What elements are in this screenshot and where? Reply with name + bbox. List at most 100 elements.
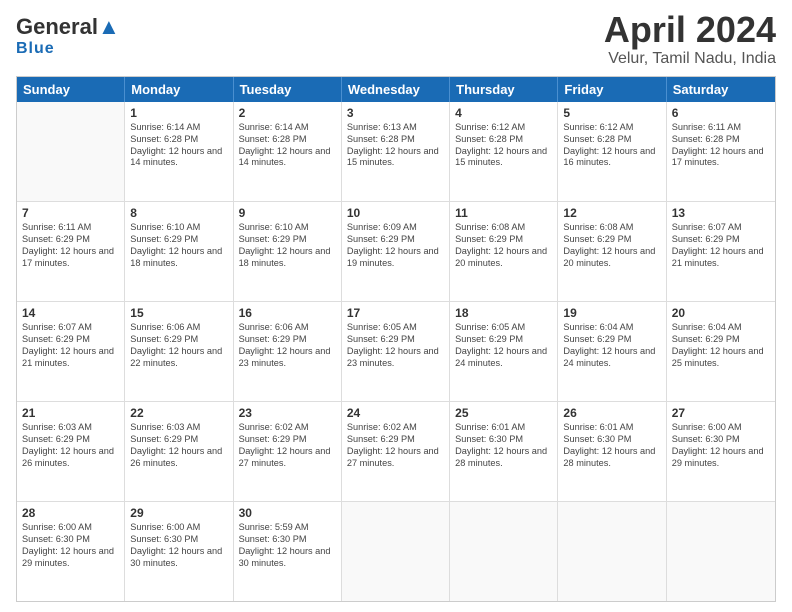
sunset-text: Sunset: 6:29 PM <box>347 334 444 346</box>
daylight-text-1: Daylight: 12 hours and <box>130 246 227 258</box>
daylight-text-2: 23 minutes. <box>239 358 336 370</box>
cal-cell: 4Sunrise: 6:12 AMSunset: 6:28 PMDaylight… <box>450 102 558 201</box>
sunrise-text: Sunrise: 6:00 AM <box>22 522 119 534</box>
sunset-text: Sunset: 6:29 PM <box>563 334 660 346</box>
cal-cell: 19 Sunrise: 6:04 AMSunset: 6:29 PMDayligh… <box>558 302 666 401</box>
cal-cell: 17Sunrise: 6:05 AMSunset: 6:29 PMDayligh… <box>342 302 450 401</box>
daylight-text-2: 19 minutes. <box>347 258 444 270</box>
daylight-text-1: Daylight: 12 hours and <box>239 446 336 458</box>
cal-cell: 26Sunrise: 6:01 AMSunset: 6:30 PMDayligh… <box>558 402 666 501</box>
cal-cell: 28Sunrise: 6:00 AMSunset: 6:30 PMDayligh… <box>17 502 125 601</box>
daylight-text-2: 14 minutes. <box>130 157 227 169</box>
sunrise-text: Sunrise: 6:10 AM <box>239 222 336 234</box>
day-number: 27 <box>672 406 770 420</box>
daylight-text-2: 17 minutes. <box>22 258 119 270</box>
daylight-text-1: Daylight: 12 hours and <box>22 446 119 458</box>
sunrise-text: Sunrise: 6:08 AM <box>455 222 552 234</box>
sunrise-text: Sunrise: 6:02 AM <box>347 422 444 434</box>
daylight-text-2: 14 minutes. <box>239 157 336 169</box>
sunset-text: Sunset: 6:29 PM <box>672 234 770 246</box>
daylight-text-2: 27 minutes. <box>239 458 336 470</box>
day-number: 29 <box>130 506 227 520</box>
logo-subtext: Blue <box>16 40 55 58</box>
daylight-text-2: 29 minutes. <box>672 458 770 470</box>
logo: General▲ Blue <box>16 14 120 58</box>
daylight-text-2: 29 minutes. <box>22 558 119 570</box>
daylight-text-2: 26 minutes. <box>22 458 119 470</box>
cal-cell: 6Sunrise: 6:11 AMSunset: 6:28 PMDaylight… <box>667 102 775 201</box>
daylight-text-1: Daylight: 12 hours and <box>563 446 660 458</box>
daylight-text-1: Daylight: 12 hours and <box>455 446 552 458</box>
sunrise-text: Sunrise: 6:06 AM <box>239 322 336 334</box>
sunrise-text: Sunrise: 6:01 AM <box>563 422 660 434</box>
subtitle: Velur, Tamil Nadu, India <box>604 50 776 68</box>
sunset-text: Sunset: 6:30 PM <box>22 534 119 546</box>
cal-cell: 5Sunrise: 6:12 AMSunset: 6:28 PMDaylight… <box>558 102 666 201</box>
daylight-text-2: 30 minutes. <box>130 558 227 570</box>
day-number: 13 <box>672 206 770 220</box>
daylight-text-1: Daylight: 12 hours and <box>672 246 770 258</box>
cal-cell: 24Sunrise: 6:02 AMSunset: 6:29 PMDayligh… <box>342 402 450 501</box>
sunset-text: Sunset: 6:29 PM <box>130 434 227 446</box>
sunset-text: Sunset: 6:29 PM <box>672 334 770 346</box>
sunset-text: Sunset: 6:29 PM <box>130 234 227 246</box>
sunset-text: Sunset: 6:30 PM <box>239 534 336 546</box>
daylight-text-2: 22 minutes. <box>130 358 227 370</box>
daylight-text-2: 20 minutes. <box>563 258 660 270</box>
sunrise-text: Sunrise: 6:02 AM <box>239 422 336 434</box>
daylight-text-1: Daylight: 12 hours and <box>239 546 336 558</box>
sunset-text: Sunset: 6:28 PM <box>347 134 444 146</box>
sunset-text: Sunset: 6:29 PM <box>563 234 660 246</box>
day-header-thursday: Thursday <box>450 77 558 102</box>
daylight-text-1: Daylight: 12 hours and <box>455 246 552 258</box>
logo-text: General▲ <box>16 14 120 40</box>
calendar-header: SundayMondayTuesdayWednesdayThursdayFrid… <box>17 77 775 102</box>
daylight-text-1: Daylight: 12 hours and <box>347 146 444 158</box>
day-number: 23 <box>239 406 336 420</box>
cal-cell: 18Sunrise: 6:05 AMSunset: 6:29 PMDayligh… <box>450 302 558 401</box>
sunrise-text: Sunrise: 6:11 AM <box>672 122 770 134</box>
sunrise-text: Sunrise: 6:04 AM <box>563 322 660 334</box>
calendar: SundayMondayTuesdayWednesdayThursdayFrid… <box>16 76 776 602</box>
daylight-text-1: Daylight: 12 hours and <box>22 246 119 258</box>
cal-cell: 20Sunrise: 6:04 AMSunset: 6:29 PMDayligh… <box>667 302 775 401</box>
daylight-text-2: 30 minutes. <box>239 558 336 570</box>
daylight-text-2: 15 minutes. <box>347 157 444 169</box>
sunset-text: Sunset: 6:30 PM <box>455 434 552 446</box>
cal-cell <box>342 502 450 601</box>
daylight-text-1: Daylight: 12 hours and <box>455 146 552 158</box>
day-number: 4 <box>455 106 552 120</box>
cal-cell: 22Sunrise: 6:03 AMSunset: 6:29 PMDayligh… <box>125 402 233 501</box>
daylight-text-2: 17 minutes. <box>672 157 770 169</box>
daylight-text-1: Daylight: 12 hours and <box>563 146 660 158</box>
day-number: 8 <box>130 206 227 220</box>
daylight-text-1: Daylight: 12 hours and <box>563 346 660 358</box>
sunrise-text: Sunrise: 6:00 AM <box>130 522 227 534</box>
cal-cell <box>17 102 125 201</box>
day-number: 19 <box>563 306 660 320</box>
cal-cell: 11Sunrise: 6:08 AMSunset: 6:29 PMDayligh… <box>450 202 558 301</box>
day-number: 26 <box>563 406 660 420</box>
daylight-text-1: Daylight: 12 hours and <box>455 346 552 358</box>
day-number: 7 <box>22 206 119 220</box>
main-title: April 2024 <box>604 10 776 50</box>
day-header-saturday: Saturday <box>667 77 775 102</box>
sunrise-text: Sunrise: 6:14 AM <box>130 122 227 134</box>
cal-cell: 7Sunrise: 6:11 AMSunset: 6:29 PMDaylight… <box>17 202 125 301</box>
daylight-text-1: Daylight: 12 hours and <box>672 346 770 358</box>
cal-cell: 8Sunrise: 6:10 AMSunset: 6:29 PMDaylight… <box>125 202 233 301</box>
daylight-text-1: Daylight: 12 hours and <box>22 346 119 358</box>
daylight-text-1: Daylight: 12 hours and <box>347 246 444 258</box>
cal-cell: 23Sunrise: 6:02 AMSunset: 6:29 PMDayligh… <box>234 402 342 501</box>
sunset-text: Sunset: 6:29 PM <box>22 434 119 446</box>
cal-cell: 25Sunrise: 6:01 AMSunset: 6:30 PMDayligh… <box>450 402 558 501</box>
cal-week-4: 21Sunrise: 6:03 AMSunset: 6:29 PMDayligh… <box>17 402 775 502</box>
day-header-sunday: Sunday <box>17 77 125 102</box>
sunrise-text: Sunrise: 6:07 AM <box>672 222 770 234</box>
daylight-text-1: Daylight: 12 hours and <box>130 346 227 358</box>
day-number: 2 <box>239 106 336 120</box>
daylight-text-2: 24 minutes. <box>563 358 660 370</box>
cal-cell: 15Sunrise: 6:06 AMSunset: 6:29 PMDayligh… <box>125 302 233 401</box>
sunrise-text: Sunrise: 6:09 AM <box>347 222 444 234</box>
sunset-text: Sunset: 6:28 PM <box>672 134 770 146</box>
